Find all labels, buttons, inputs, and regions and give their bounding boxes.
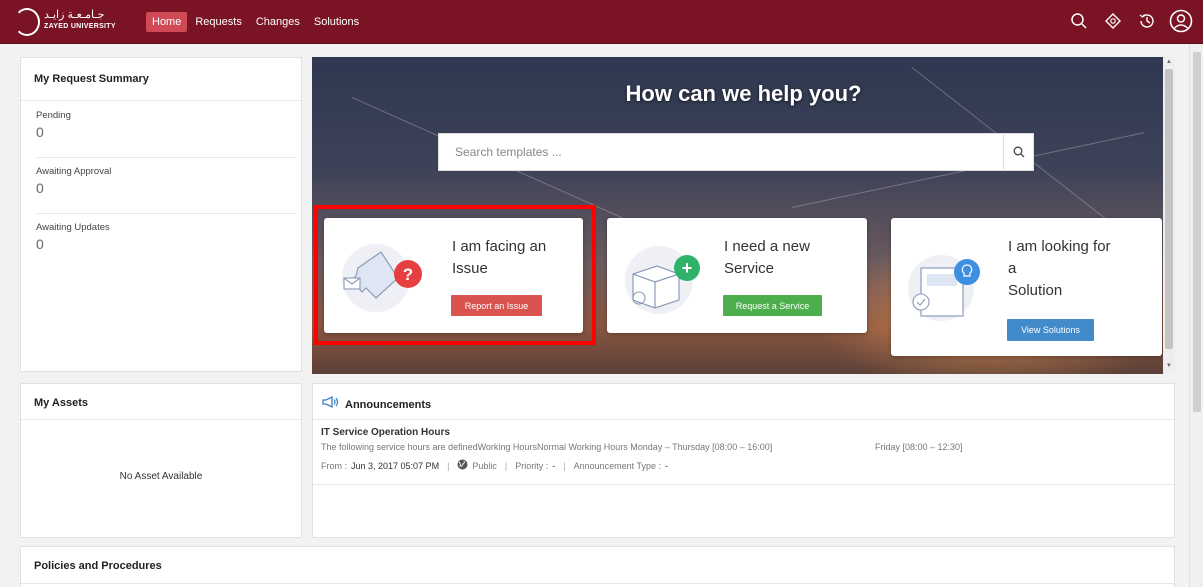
announcement-pin-icon[interactable] [1101, 8, 1125, 34]
scroll-up-arrow-icon[interactable]: ▲ [1166, 59, 1172, 65]
globe-icon [457, 459, 468, 472]
summary-pending[interactable]: Pending 0 [36, 110, 296, 140]
summary-label: Awaiting Approval [36, 166, 112, 177]
policies-panel: Policies and Procedures [20, 546, 1175, 587]
nav-changes[interactable]: Changes [250, 12, 306, 32]
user-profile-icon[interactable] [1169, 8, 1193, 34]
search-templates-input[interactable] [439, 134, 1005, 170]
nav-solutions[interactable]: Solutions [308, 12, 365, 32]
option-title-line: I need a new [724, 238, 810, 255]
option-title-line: a [1008, 260, 1017, 277]
logo-english-text: ZAYED UNIVERSITY [44, 23, 116, 30]
search-button[interactable] [1003, 134, 1033, 170]
scrollbar-thumb[interactable] [1165, 69, 1173, 349]
option-title: I need a new Service [724, 236, 810, 280]
top-bar: جـامـعـة زايـد ZAYED UNIVERSITY Home Req… [0, 0, 1203, 44]
highlight-box [314, 205, 596, 345]
option-title-line: I am looking for [1008, 238, 1111, 255]
divider [36, 157, 296, 158]
summary-label: Pending [36, 110, 71, 121]
option-title: I am looking for a Solution [1008, 236, 1111, 302]
search-icon [1013, 146, 1024, 158]
summary-awaiting-approval[interactable]: Awaiting Approval 0 [36, 166, 296, 196]
zayed-university-logo[interactable]: جـامـعـة زايـد ZAYED UNIVERSITY [14, 6, 124, 38]
divider [313, 484, 1174, 485]
policies-title: Policies and Procedures [34, 560, 162, 572]
announcements-title: Announcements [345, 398, 432, 411]
my-assets-panel: My Assets No Asset Available [20, 383, 302, 538]
scroll-down-arrow-icon[interactable]: ▼ [1166, 363, 1172, 369]
search-icon[interactable] [1067, 8, 1091, 34]
package-illustration-icon: + [619, 238, 709, 318]
divider [21, 100, 301, 101]
announcements-header: Announcements [321, 395, 431, 414]
find-solution-card[interactable]: I am looking for a Solution View Solutio… [891, 218, 1162, 356]
template-search-box [438, 133, 1034, 171]
megaphone-icon [321, 395, 339, 414]
summary-count: 0 [36, 236, 44, 252]
announcement-description-friday: Friday [08:00 – 12:30] [875, 442, 963, 452]
request-service-card[interactable]: + I need a new Service Request a Service [607, 218, 867, 333]
meta-separator: | [447, 460, 450, 471]
priority-value: - [552, 460, 556, 471]
request-service-button[interactable]: Request a Service [723, 295, 822, 316]
from-date: Jun 3, 2017 05:07 PM [351, 460, 440, 471]
announcement-meta: From : Jun 3, 2017 05:07 PM | Public | P… [321, 459, 668, 472]
summary-count: 0 [36, 124, 44, 140]
summary-count: 0 [36, 180, 44, 196]
view-solutions-button[interactable]: View Solutions [1007, 319, 1094, 341]
summary-label: Awaiting Updates [36, 222, 110, 233]
option-title-line: Service [724, 260, 775, 277]
request-summary-title: My Request Summary [34, 73, 149, 85]
history-icon[interactable] [1135, 8, 1159, 34]
divider [21, 583, 1174, 584]
svg-text:+: + [682, 258, 693, 278]
solution-book-illustration-icon [903, 246, 993, 326]
meta-separator: | [563, 460, 566, 471]
logo-mark [14, 8, 40, 36]
main-nav: Home Requests Changes Solutions [146, 12, 367, 32]
announcement-title-link[interactable]: IT Service Operation Hours [321, 427, 450, 438]
nav-requests[interactable]: Requests [189, 12, 247, 32]
divider [36, 213, 296, 214]
hero-scrollbar[interactable]: ▲ ▼ [1163, 57, 1175, 374]
hero-heading: How can we help you? [625, 81, 862, 106]
no-assets-message: No Asset Available [119, 471, 203, 482]
request-summary-panel: My Request Summary Pending 0 Awaiting Ap… [20, 57, 302, 372]
option-title-line: Solution [1008, 282, 1063, 299]
nav-home[interactable]: Home [146, 12, 188, 32]
logo-arabic-text: جـامـعـة زايـد [44, 9, 105, 21]
visibility-label: Public [472, 460, 497, 471]
page-scrollbar[interactable] [1189, 44, 1203, 587]
help-hero-banner: How can we help you? ? I am facing an Is… [312, 57, 1175, 374]
divider [313, 419, 1174, 420]
announcement-type-value: - [665, 460, 669, 471]
summary-awaiting-updates[interactable]: Awaiting Updates 0 [36, 222, 296, 252]
top-icons [1067, 8, 1193, 34]
announcement-type-label: Announcement Type : [573, 460, 662, 471]
announcements-panel: Announcements IT Service Operation Hours… [312, 383, 1175, 538]
announcement-description: The following service hours are definedW… [321, 442, 773, 452]
divider [21, 419, 301, 420]
priority-label: Priority : [515, 460, 549, 471]
page-scrollbar-thumb[interactable] [1193, 52, 1201, 412]
from-label: From : [321, 460, 347, 471]
meta-separator: | [504, 460, 508, 471]
my-assets-title: My Assets [34, 397, 89, 409]
